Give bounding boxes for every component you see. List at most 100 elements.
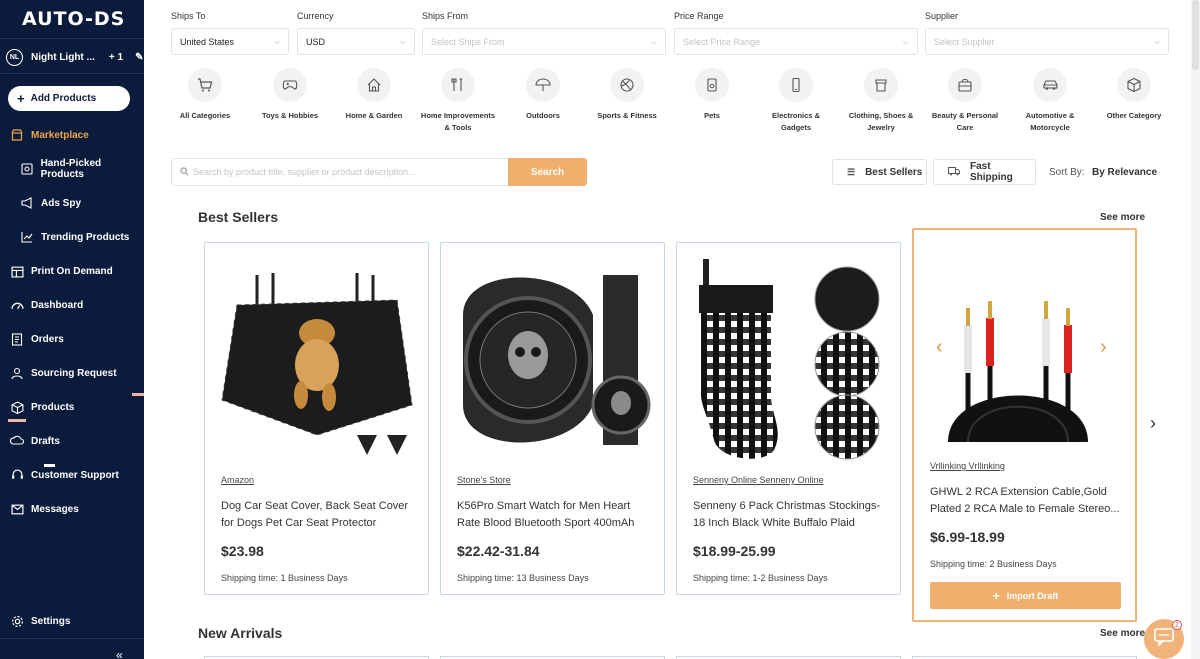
- shirt-icon: [864, 68, 898, 102]
- filter-ships-from: Ships From Select Ships From ⌵: [422, 11, 666, 55]
- filter-currency: Currency USD ⌵: [297, 11, 415, 55]
- ships-to-select[interactable]: United States ⌵: [171, 28, 289, 55]
- supplier-select[interactable]: Select Supplier ⌵: [925, 28, 1169, 55]
- sidebar-item-orders[interactable]: Orders: [10, 330, 64, 348]
- product-price: $6.99-18.99: [930, 529, 1005, 545]
- filter-label: Supplier: [925, 11, 959, 21]
- best-sellers-filter-label: Best Sellers: [865, 166, 923, 178]
- carousel-next-icon[interactable]: ›: [1100, 336, 1107, 359]
- sidebar-item-label: Marketplace: [31, 129, 89, 141]
- supplier-link[interactable]: Amazon: [221, 475, 254, 485]
- sidebar-item-marketplace[interactable]: Marketplace: [10, 126, 89, 144]
- sidebar-item-settings[interactable]: Settings: [10, 612, 70, 630]
- product-price: $22.42-31.84: [457, 543, 540, 559]
- scrollbar-track[interactable]: [1191, 0, 1200, 659]
- carousel-prev-icon[interactable]: ‹: [936, 336, 943, 359]
- category-automotive[interactable]: Automotive & Motorcycle: [1012, 68, 1088, 134]
- search-input[interactable]: [193, 167, 493, 177]
- category-label: Clothing, Shoes & Jewelry: [848, 111, 914, 132]
- product-title[interactable]: Dog Car Seat Cover, Back Seat Cover for …: [221, 498, 413, 532]
- category-clothing[interactable]: Clothing, Shoes & Jewelry: [843, 68, 919, 134]
- product-card[interactable]: ‹ › Vrllinking Vrllinking GHWL 2 RCA Ext…: [912, 228, 1137, 622]
- sort-label: Sort By:: [1049, 167, 1085, 178]
- scrollbar-thumb[interactable]: [1192, 0, 1199, 70]
- gamepad-icon: [273, 68, 307, 102]
- see-more-new-arrivals-link[interactable]: See more: [1100, 628, 1145, 639]
- sidebar-item-customer-support[interactable]: Customer Support: [10, 466, 119, 484]
- sidebar-item-dashboard[interactable]: Dashboard: [10, 296, 83, 314]
- product-image: [689, 255, 889, 465]
- scroll-marker: [44, 464, 55, 467]
- sidebar-item-label: Ads Spy: [41, 197, 82, 209]
- category-label: Electronics & Gadgets: [772, 111, 820, 132]
- filter-price-range: Price Range Select Price Range ⌵: [674, 11, 918, 55]
- shipping-time: Shipping time: 2 Business Days: [930, 559, 1057, 569]
- car-icon: [1033, 68, 1067, 102]
- category-label: Home & Garden: [345, 111, 403, 120]
- sidebar-item-label: Drafts: [31, 435, 60, 447]
- category-outdoors[interactable]: Outdoors: [505, 68, 581, 122]
- carousel-next-icon[interactable]: ›: [1150, 413, 1156, 434]
- category-electronics[interactable]: Electronics & Gadgets: [758, 68, 834, 134]
- import-draft-button[interactable]: + Import Draft: [930, 582, 1121, 609]
- category-label: Automotive & Motorcycle: [1025, 111, 1075, 132]
- sidebar-item-sourcing-request[interactable]: Sourcing Request: [10, 364, 117, 382]
- supplier-link[interactable]: Stone's Store: [457, 475, 511, 485]
- product-image: [938, 270, 1098, 450]
- category-all[interactable]: All Categories: [167, 68, 243, 122]
- product-price: $18.99-25.99: [693, 543, 776, 559]
- sidebar-item-messages[interactable]: Messages: [10, 500, 79, 518]
- box-icon: [1117, 68, 1151, 102]
- plus-icon: +: [17, 91, 25, 106]
- search-button[interactable]: Search: [508, 158, 587, 186]
- sidebar-item-hand-picked[interactable]: Hand-Picked Products: [20, 158, 144, 180]
- list-icon: ☰: [847, 166, 856, 177]
- add-products-button[interactable]: + Add Products: [8, 86, 130, 111]
- messages-icon: [10, 502, 24, 516]
- see-more-best-sellers-link[interactable]: See more: [1100, 212, 1145, 223]
- category-label: Home Improvements & Tools: [420, 111, 496, 132]
- chat-button[interactable]: 2: [1144, 619, 1184, 659]
- trending-icon: [20, 230, 34, 244]
- store-selector[interactable]: NL Night Light ... + 1 ✎: [6, 49, 143, 66]
- supplier-link[interactable]: Vrllinking Vrllinking: [930, 461, 1005, 471]
- collapse-sidebar-icon[interactable]: «: [116, 648, 123, 659]
- sidebar-item-ads-spy[interactable]: Ads Spy: [20, 194, 81, 212]
- product-title[interactable]: K56Pro Smart Watch for Men Heart Rate Bl…: [457, 498, 649, 532]
- best-sellers-filter-button[interactable]: ☰ Best Sellers: [832, 159, 927, 185]
- chevron-down-icon[interactable]: ⌵: [1154, 168, 1160, 178]
- sort-select[interactable]: By Relevance: [1092, 167, 1157, 178]
- price-range-select[interactable]: Select Price Range ⌵: [674, 28, 918, 55]
- category-home-garden[interactable]: Home & Garden: [336, 68, 412, 122]
- ships-from-select[interactable]: Select Ships From ⌵: [422, 28, 666, 55]
- sidebar-item-drafts[interactable]: Drafts: [10, 432, 60, 450]
- filter-label: Ships To: [171, 11, 206, 21]
- store-name: Night Light ...: [31, 52, 95, 63]
- currency-select[interactable]: USD ⌵: [297, 28, 415, 55]
- support-icon: [10, 468, 24, 482]
- category-other[interactable]: Other Category: [1096, 68, 1172, 122]
- category-pets[interactable]: Pets: [674, 68, 750, 122]
- sidebar-item-label: Settings: [31, 615, 71, 627]
- select-placeholder: Select Price Range: [683, 36, 761, 47]
- category-beauty[interactable]: Beauty & Personal Care: [927, 68, 1003, 134]
- product-title[interactable]: GHWL 2 RCA Extension Cable,Gold Plated 2…: [930, 484, 1122, 518]
- category-sports[interactable]: Sports & Fitness: [589, 68, 665, 122]
- product-title[interactable]: Senneny 6 Pack Christmas Stockings- 18 I…: [693, 498, 885, 532]
- filter-label: Price Range: [674, 11, 724, 21]
- category-toys[interactable]: Toys & Hobbies: [252, 68, 328, 122]
- category-home-improvements[interactable]: Home Improvements & Tools: [420, 68, 496, 134]
- fast-shipping-filter-button[interactable]: Fast Shipping: [933, 159, 1036, 185]
- product-card[interactable]: Stone's Store K56Pro Smart Watch for Men…: [440, 242, 665, 595]
- supplier-link[interactable]: Senneny Online Senneny Online: [693, 475, 824, 485]
- product-price: $23.98: [221, 543, 264, 559]
- product-card[interactable]: Senneny Online Senneny Online Senneny 6 …: [676, 242, 901, 595]
- sidebar-item-trending[interactable]: Trending Products: [20, 228, 129, 246]
- filter-ships-to: Ships To United States ⌵: [171, 11, 289, 55]
- ball-icon: [610, 68, 644, 102]
- sidebar-item-products[interactable]: Products: [10, 398, 74, 416]
- fast-shipping-filter-label: Fast Shipping: [970, 161, 1013, 183]
- product-card[interactable]: Amazon Dog Car Seat Cover, Back Seat Cov…: [204, 242, 429, 595]
- edit-icon[interactable]: ✎: [135, 52, 143, 63]
- sidebar-item-print-on-demand[interactable]: Print On Demand: [10, 262, 113, 280]
